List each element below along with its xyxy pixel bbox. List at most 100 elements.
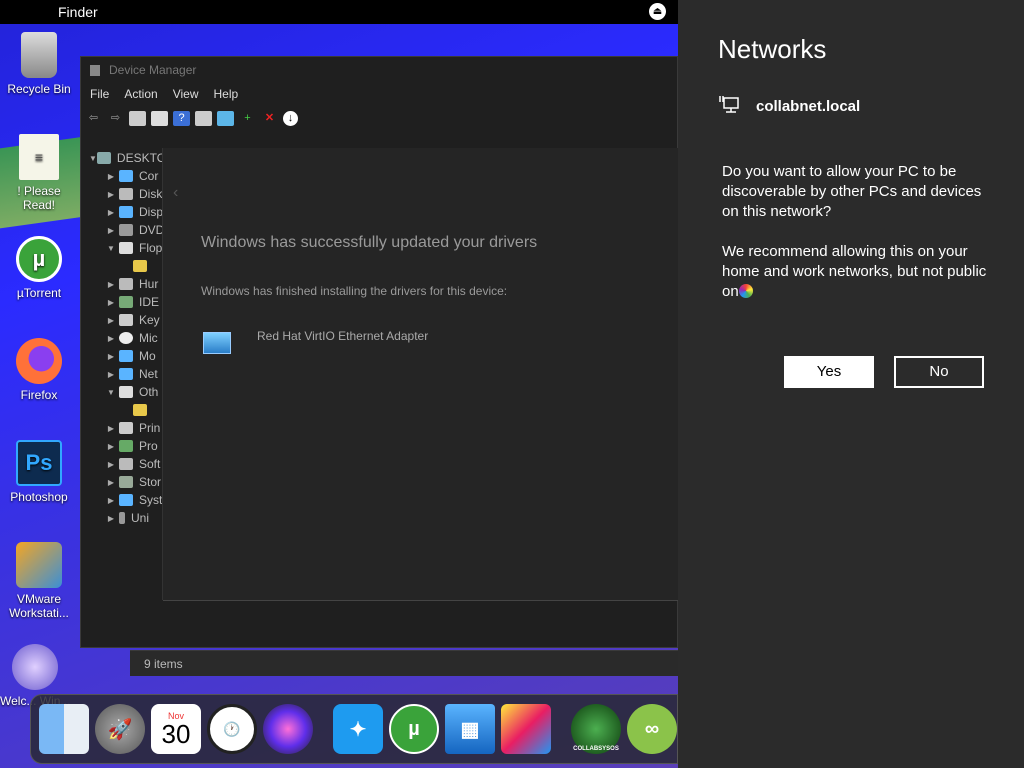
tree-item[interactable]: ▶ Disp — [89, 203, 165, 221]
tree-root[interactable]: ▼ DESKTO — [89, 149, 165, 167]
tree-item[interactable]: ▼ Flop — [89, 239, 165, 257]
tree-label: IDE — [139, 295, 160, 309]
tree-label: Net — [139, 367, 158, 381]
expand-icon[interactable]: ▶ — [103, 478, 119, 487]
eject-icon[interactable]: ⏏ — [649, 3, 666, 20]
tree-item[interactable]: ▶ Mo — [89, 347, 165, 365]
expand-icon[interactable]: ▶ — [103, 442, 119, 451]
update-driver-icon[interactable]: + — [239, 111, 256, 126]
collapse-icon[interactable]: ▼ — [103, 244, 119, 253]
tree-label: Flop — [139, 241, 163, 255]
tree-item[interactable]: ▼ Oth — [89, 383, 165, 401]
uninstall-icon[interactable]: ✕ — [261, 111, 278, 126]
expand-icon[interactable]: ▶ — [103, 298, 119, 307]
tree-item[interactable]: ▶ Hur — [89, 275, 165, 293]
tree-item[interactable]: ▶ Mic — [89, 329, 165, 347]
update-driver-dialog: ‹ Windows has successfully updated your … — [162, 148, 678, 601]
expand-icon[interactable]: ▶ — [103, 190, 119, 199]
tree-item[interactable]: ▶ Stor — [89, 473, 165, 491]
clock-icon[interactable]: 🕐 — [207, 704, 257, 754]
collabsysos-icon[interactable]: COLLABSYSOS — [571, 704, 621, 754]
back-arrow-icon[interactable]: ‹ — [173, 184, 178, 202]
expand-icon[interactable]: ▶ — [103, 172, 119, 181]
tree-item[interactable] — [89, 257, 165, 275]
utorrent-icon[interactable]: µ — [389, 704, 439, 754]
expand-icon[interactable]: ▶ — [103, 226, 119, 235]
tree-label: Syst — [139, 493, 163, 507]
scan-hardware-icon[interactable] — [217, 110, 234, 126]
desktop-icon-please-read[interactable]: ≡ ! Please Read! — [0, 134, 78, 212]
desktop-icon-label: Recycle Bin — [7, 82, 71, 96]
help-icon[interactable]: ? — [173, 110, 190, 126]
show-hide-icon[interactable] — [129, 110, 146, 126]
properties-icon[interactable] — [151, 110, 168, 126]
menu-action[interactable]: Action — [124, 83, 157, 105]
tree-item[interactable]: ▶ Prin — [89, 419, 165, 437]
menu-help[interactable]: Help — [214, 83, 239, 105]
collapse-icon[interactable]: ▼ — [103, 388, 119, 397]
photos-icon[interactable] — [501, 704, 551, 754]
tree-label: Stor — [139, 475, 162, 489]
tree-label: Soft — [139, 457, 161, 471]
expand-icon[interactable]: ▶ — [103, 514, 119, 523]
tree-item[interactable]: ▶ Pro — [89, 437, 165, 455]
tree-item[interactable]: ▶ DVD — [89, 221, 165, 239]
device-tree: ▼ DESKTO ▶ Cor ▶ Disk ▶ Disp ▶ DVD ▼ Flop ▶ Hur… — [89, 149, 165, 527]
tree-item[interactable]: ▶ IDE — [89, 293, 165, 311]
network-adapter-icon — [119, 368, 133, 380]
vmware-icon — [16, 542, 62, 588]
tree-item[interactable]: ▶ Disk — [89, 185, 165, 203]
expand-icon[interactable]: ▶ — [103, 208, 119, 217]
keyboard-icon — [119, 314, 133, 326]
active-app-name[interactable]: Finder — [58, 4, 98, 20]
desktop-icon-label: VMware Workstati... — [9, 592, 69, 620]
tree-item[interactable] — [89, 401, 165, 419]
view-icon[interactable] — [195, 110, 212, 126]
tree-item[interactable]: ▶ Cor — [89, 167, 165, 185]
download-icon[interactable]: ↓ — [283, 110, 298, 126]
yes-button[interactable]: Yes — [784, 356, 874, 388]
link-icon[interactable]: ∞ — [627, 704, 677, 754]
desktop-icon-utorrent[interactable]: µ µTorrent — [0, 236, 78, 300]
expand-icon[interactable]: ▶ — [103, 424, 119, 433]
menu-view[interactable]: View — [173, 83, 199, 105]
desktop-icon-photoshop[interactable]: Ps Photoshop — [0, 440, 78, 504]
tree-item[interactable]: ▶ Syst — [89, 491, 165, 509]
tree-label: Cor — [139, 169, 159, 183]
window-title-bar[interactable]: Device Manager — [81, 57, 677, 83]
collapse-icon[interactable]: ▼ — [89, 154, 97, 163]
desktop-icon-firefox[interactable]: Firefox — [0, 338, 78, 402]
tree-item[interactable]: ▶ Key — [89, 311, 165, 329]
desktop-icon-recycle-bin[interactable]: Recycle Bin — [0, 32, 78, 96]
finder-icon[interactable] — [39, 704, 89, 754]
forward-icon[interactable]: ⇨ — [107, 111, 124, 126]
discoverable-question: Do you want to allow your PC to be disco… — [722, 163, 982, 220]
mouse-icon — [119, 332, 133, 344]
back-icon[interactable]: ⇦ — [85, 111, 102, 126]
expand-icon[interactable]: ▶ — [103, 370, 119, 379]
warning-icon — [133, 404, 147, 416]
siri-icon[interactable] — [263, 704, 313, 754]
no-button[interactable]: No — [894, 356, 984, 388]
trash-icon — [21, 32, 57, 78]
calendar-icon[interactable]: Nov 30 — [151, 704, 201, 754]
tree-label: Mic — [139, 331, 158, 345]
tree-item[interactable]: ▶ Soft — [89, 455, 165, 473]
menu-file[interactable]: File — [90, 83, 109, 105]
expand-icon[interactable]: ▶ — [103, 334, 119, 343]
expand-icon[interactable]: ▶ — [103, 352, 119, 361]
tree-item[interactable]: ▶ Net — [89, 365, 165, 383]
desktop-icon-vmware[interactable]: VMware Workstati... — [0, 542, 78, 620]
display-icon — [119, 206, 133, 218]
tree-item[interactable]: ▶ Uni — [89, 509, 165, 527]
expand-icon[interactable]: ▶ — [103, 316, 119, 325]
tree-label: Hur — [139, 277, 159, 291]
parallels-icon[interactable]: ▦ — [445, 704, 495, 754]
safari-icon[interactable]: ✦ — [333, 704, 383, 754]
launchpad-icon[interactable]: 🚀 — [95, 704, 145, 754]
expand-icon[interactable]: ▶ — [103, 496, 119, 505]
expand-icon[interactable]: ▶ — [103, 280, 119, 289]
networks-panel: Networks collabnet.local Do you want to … — [678, 0, 1024, 768]
menu-bar: Finder ⏏ — [0, 0, 678, 24]
expand-icon[interactable]: ▶ — [103, 460, 119, 469]
